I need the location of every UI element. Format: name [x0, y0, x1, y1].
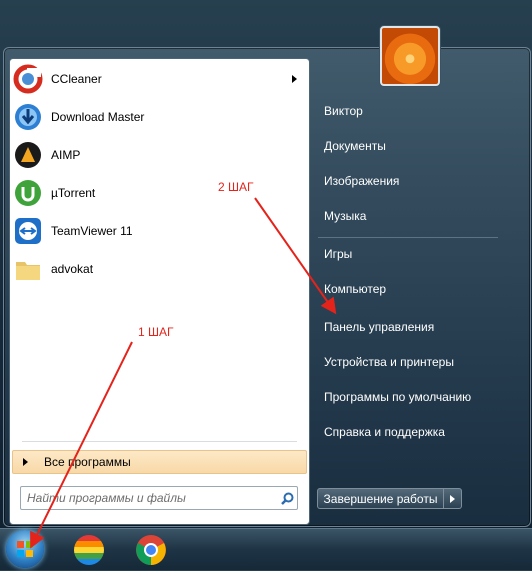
arrow-step-1 — [30, 341, 133, 549]
annotation-arrows — [30, 197, 337, 549]
arrow-step-2 — [254, 197, 337, 315]
